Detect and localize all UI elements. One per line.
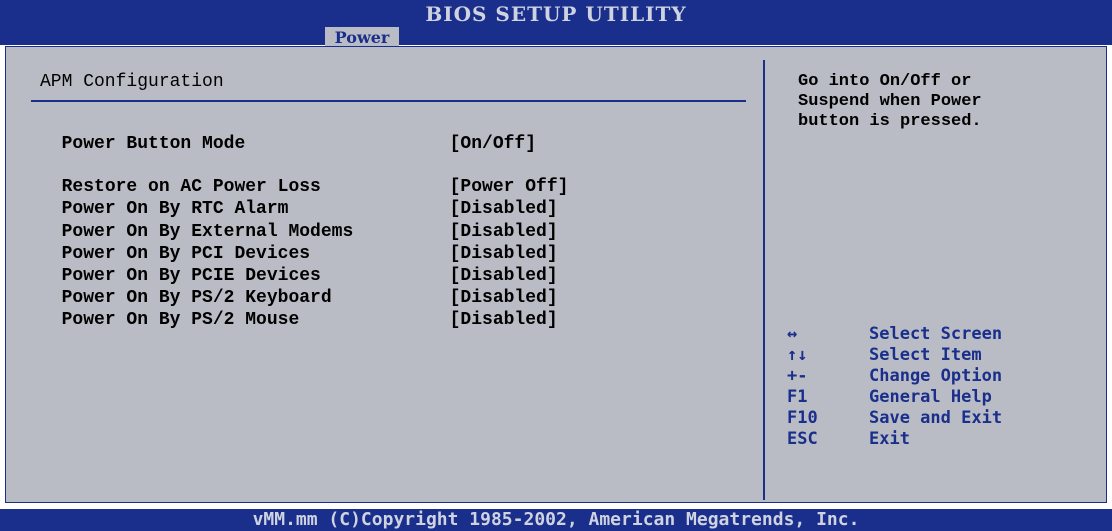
up-down-arrow-icon: ↑↓ [787, 345, 808, 365]
key-desc: Save and Exit [869, 408, 1003, 428]
left-right-arrow-icon: ↔ [787, 324, 798, 344]
title-bar: BIOS SETUP UTILITY Power [0, 0, 1112, 47]
help-text: Go into On/Off or Suspend when Power but… [798, 72, 982, 131]
key-label: F1 [787, 387, 808, 407]
tab-power[interactable]: Power [325, 27, 399, 47]
section-rule [31, 100, 746, 102]
key-desc: Select Screen [869, 324, 1003, 344]
setting-value[interactable]: [On/Off] [450, 134, 536, 154]
key-label: F10 [787, 408, 818, 428]
setting-power-button-mode[interactable]: Power Button Mode [On/Off] [40, 111, 536, 155]
section-title: APM Configuration [40, 72, 224, 92]
key-desc: Change Option [869, 366, 1003, 386]
panel-divider [763, 60, 765, 500]
app-title: BIOS SETUP UTILITY [425, 2, 687, 26]
plus-minus-icon: +- [787, 366, 808, 386]
key-desc: Exit [869, 429, 910, 449]
setting-value[interactable]: [Disabled] [450, 310, 558, 330]
key-desc: Select Item [869, 345, 982, 365]
key-label: ESC [787, 429, 818, 449]
setting-label: Power On By PS/2 Mouse [61, 310, 300, 330]
setting-power-on-ps2-mouse[interactable]: Power On By PS/2 Mouse [Disabled] [40, 287, 558, 331]
key-desc: General Help [869, 387, 992, 407]
copyright-footer: vMM.mm (C)Copyright 1985-2002, American … [0, 509, 1112, 531]
setting-label: Power Button Mode [61, 134, 246, 154]
